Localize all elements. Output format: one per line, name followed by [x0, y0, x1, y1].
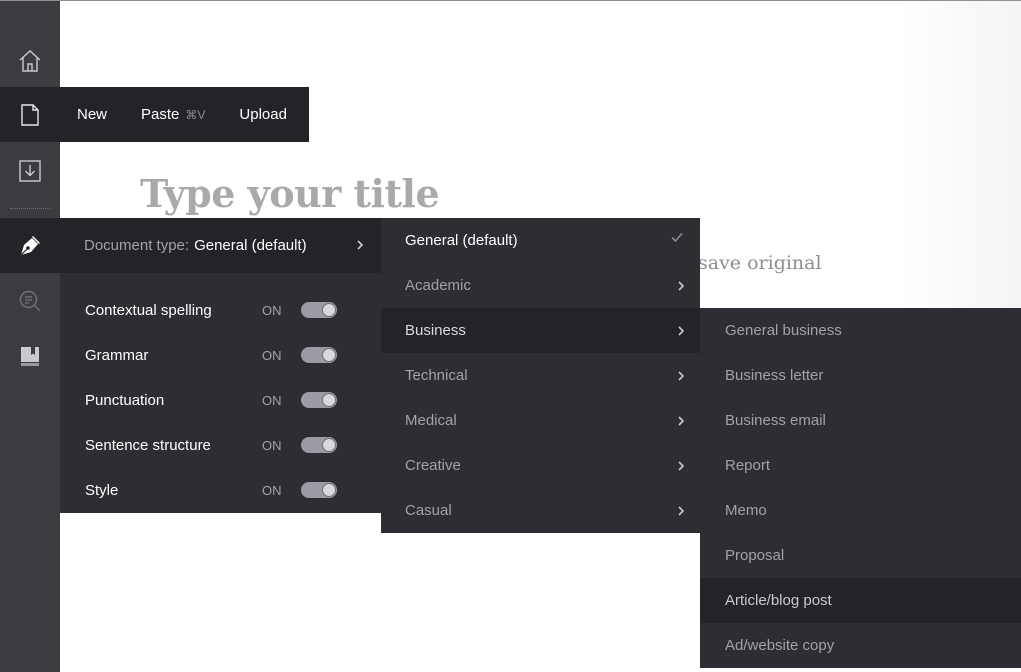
menu-item-label: Business letter [725, 367, 824, 384]
paste-shortcut: ⌘V [185, 107, 206, 122]
business-type-item[interactable]: Business email [700, 398, 1021, 443]
document-type-selector[interactable]: Document type: General (default) [60, 218, 381, 273]
menu-item-label: Medical [405, 412, 457, 429]
search-text-icon [19, 290, 41, 311]
download-icon [19, 159, 41, 182]
business-type-item[interactable]: Ad/website copy [700, 623, 1021, 668]
sidebar-rail [0, 1, 60, 672]
download-button[interactable] [0, 143, 60, 198]
toggle-row-contextual-spelling: Contextual spelling ON [60, 288, 381, 333]
menu-item-label: Business [405, 322, 466, 339]
menu-item-label: General (default) [405, 232, 518, 249]
background-texture [901, 1, 1021, 308]
toggle-label: Style [85, 482, 119, 499]
menu-item-label: Ad/website copy [725, 637, 835, 654]
title-input-placeholder[interactable]: Type your title [140, 171, 440, 216]
chevron-right-icon [678, 281, 685, 291]
library-button[interactable] [0, 328, 60, 383]
toggle-state: ON [262, 348, 282, 363]
doc-type-technical[interactable]: Technical [381, 353, 700, 398]
document-type-value: General (default) [194, 237, 307, 254]
switch-knob [322, 348, 336, 362]
chevron-right-icon [678, 506, 685, 516]
doc-type-medical[interactable]: Medical [381, 398, 700, 443]
switch-knob [322, 483, 336, 497]
toggle-state: ON [262, 393, 282, 408]
toggle-row-sentence-structure: Sentence structure ON [60, 423, 381, 468]
chevron-right-icon [357, 240, 364, 250]
new-button[interactable]: New [60, 106, 124, 123]
checkmark-icon [671, 232, 683, 243]
document-button[interactable] [0, 87, 60, 142]
toggle-state: ON [262, 483, 282, 498]
sentence-structure-switch[interactable] [301, 437, 337, 453]
doc-type-general[interactable]: General (default) [381, 218, 700, 263]
menu-item-label: Proposal [725, 547, 785, 564]
writing-settings-button[interactable] [0, 218, 60, 273]
toggle-label: Sentence structure [85, 437, 211, 454]
menu-item-label: Memo [725, 502, 767, 519]
chevron-right-icon [678, 326, 685, 336]
business-type-item[interactable]: Article/blog post [700, 578, 1021, 623]
home-icon [19, 49, 41, 72]
editor-hint-text: save original [698, 252, 822, 274]
business-type-item[interactable]: General business [700, 308, 1021, 353]
document-type-menu: General (default) Academic Business Tech… [381, 218, 700, 533]
menu-item-label: General business [725, 322, 842, 339]
document-type-label: Document type: [84, 237, 190, 254]
toggle-row-punctuation: Punctuation ON [60, 378, 381, 423]
toggle-label: Punctuation [85, 392, 165, 409]
document-icon [21, 103, 39, 126]
grammar-switch[interactable] [301, 347, 337, 363]
check-toggles-list: Contextual spelling ON Grammar ON Punctu… [60, 273, 381, 513]
menu-item-label: Creative [405, 457, 461, 474]
pen-nib-icon [20, 235, 40, 255]
business-type-item[interactable]: Report [700, 443, 1021, 488]
home-button[interactable] [0, 33, 60, 88]
paste-label: Paste [141, 106, 180, 123]
file-menu: New Paste ⌘V Upload [60, 87, 309, 142]
menu-item-label: Report [725, 457, 771, 474]
menu-item-label: Technical [405, 367, 468, 384]
toggle-label: Contextual spelling [85, 302, 212, 319]
business-type-item[interactable]: Memo [700, 488, 1021, 533]
toggle-state: ON [262, 303, 282, 318]
chevron-right-icon [678, 461, 685, 471]
toggle-row-grammar: Grammar ON [60, 333, 381, 378]
menu-item-label: Business email [725, 412, 826, 429]
upload-label: Upload [239, 106, 287, 123]
switch-knob [322, 393, 336, 407]
rail-divider [10, 208, 50, 209]
switch-knob [322, 303, 336, 317]
toggle-state: ON [262, 438, 282, 453]
review-button[interactable] [0, 273, 60, 328]
book-icon [21, 346, 39, 366]
contextual-spelling-switch[interactable] [301, 302, 337, 318]
business-type-menu: General business Business letter Busines… [700, 308, 1021, 668]
business-type-item[interactable]: Proposal [700, 533, 1021, 578]
doc-type-business[interactable]: Business [381, 308, 700, 353]
doc-type-academic[interactable]: Academic [381, 263, 700, 308]
business-type-item[interactable]: Business letter [700, 353, 1021, 398]
upload-button[interactable]: Upload [222, 106, 304, 123]
toggle-row-style: Style ON [60, 468, 381, 513]
chevron-right-icon [678, 416, 685, 426]
menu-item-label: Academic [405, 277, 471, 294]
doc-type-casual[interactable]: Casual [381, 488, 700, 533]
doc-type-creative[interactable]: Creative [381, 443, 700, 488]
new-label: New [77, 106, 108, 123]
chevron-right-icon [678, 371, 685, 381]
paste-button[interactable]: Paste ⌘V [124, 106, 222, 123]
toggle-label: Grammar [85, 347, 149, 364]
writing-settings-panel: Document type: General (default) Context… [60, 218, 381, 513]
menu-item-label: Casual [405, 502, 452, 519]
style-switch[interactable] [301, 482, 337, 498]
punctuation-switch[interactable] [301, 392, 337, 408]
menu-item-label: Article/blog post [725, 592, 832, 609]
switch-knob [322, 438, 336, 452]
